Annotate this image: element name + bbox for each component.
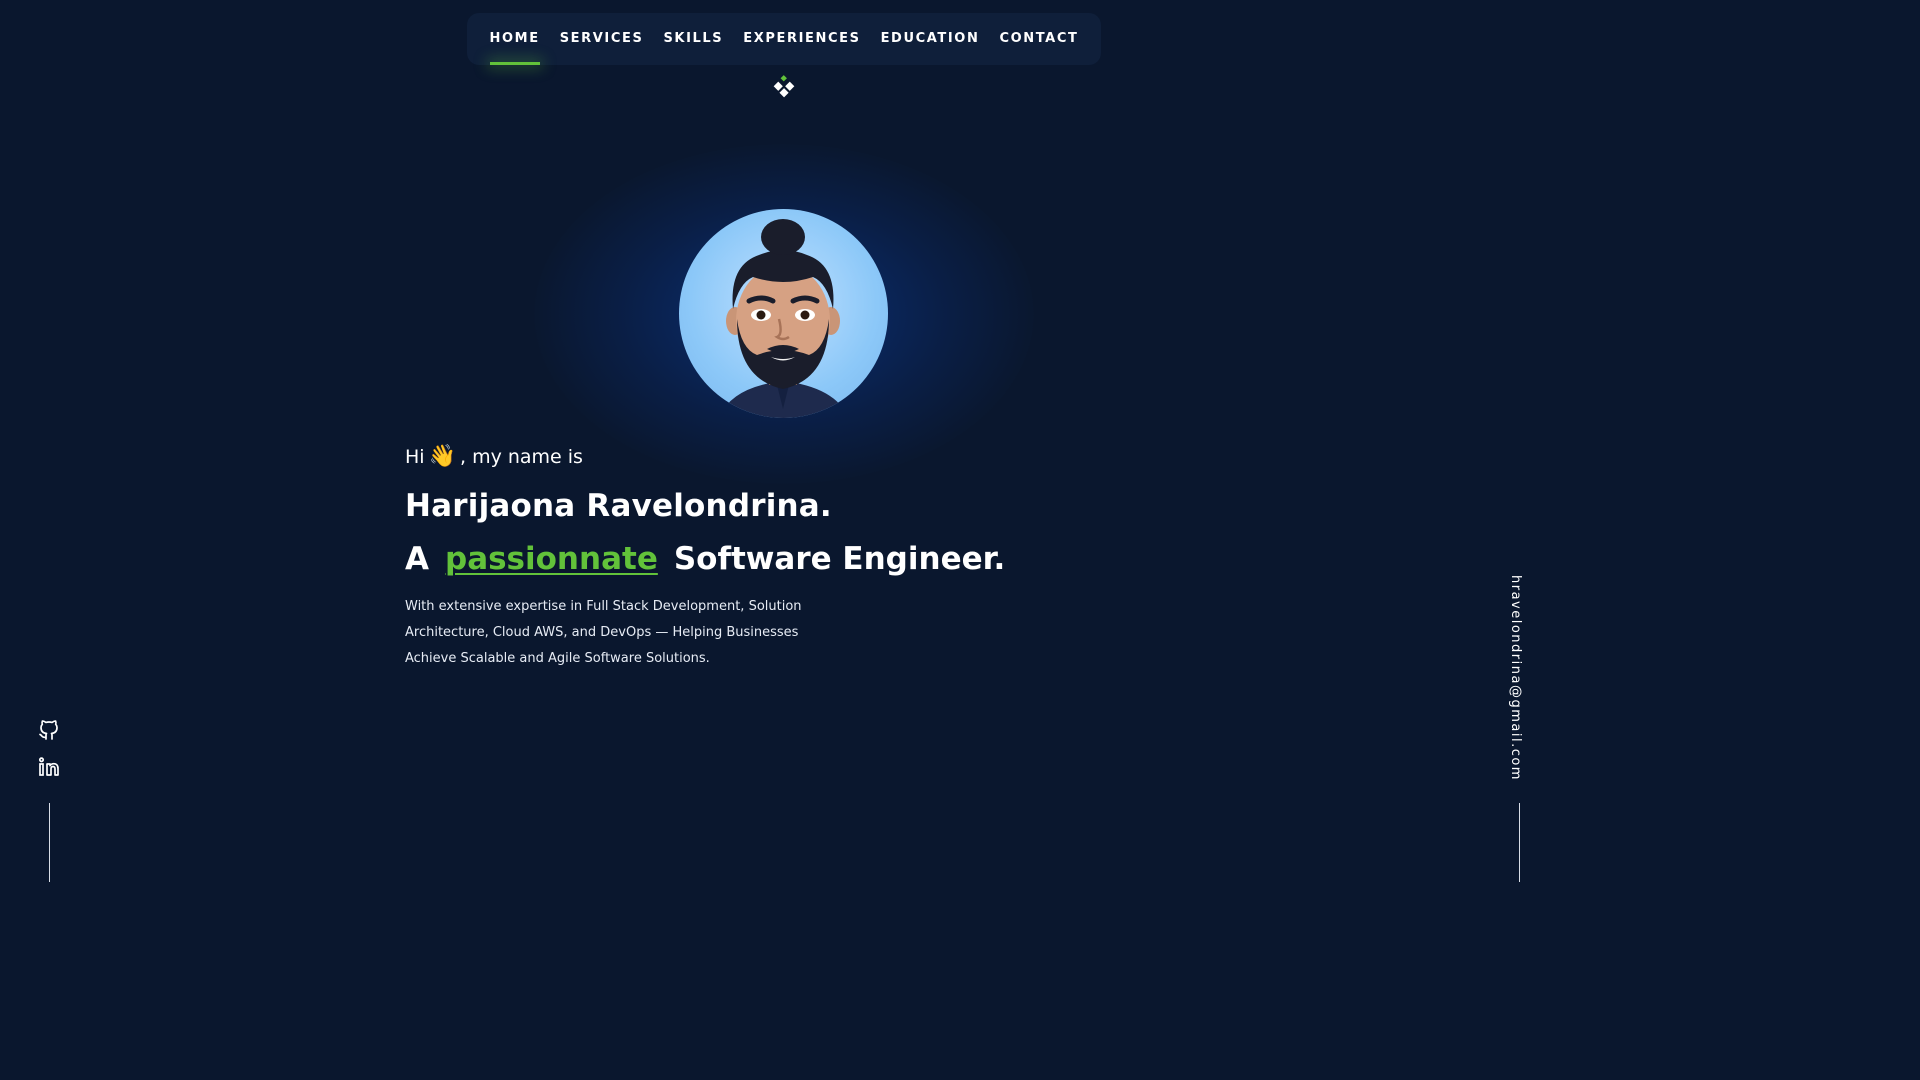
diamond-cluster-icon[interactable] bbox=[771, 75, 797, 101]
left-divider-line bbox=[49, 803, 50, 882]
nav-item-services[interactable]: SERVICES bbox=[560, 13, 644, 65]
greeting: Hi 👋, my name is bbox=[405, 440, 1145, 474]
waving-hand-icon: 👋 bbox=[428, 444, 456, 469]
email-link[interactable]: hravelondrina@gmail.com bbox=[1508, 575, 1523, 781]
greeting-suffix: , my name is bbox=[459, 446, 583, 468]
page: HOME SERVICES SKILLS EXPERIENCES EDUCATI… bbox=[0, 0, 1568, 882]
avatar bbox=[679, 209, 888, 418]
hero-tagline: Apassionnate Software Engineer. bbox=[405, 536, 1145, 582]
tagline-prefix: A bbox=[405, 541, 429, 577]
hero-description: With extensive expertise in Full Stack D… bbox=[405, 599, 802, 666]
hero-name: Harijaona Ravelondrina. bbox=[405, 488, 832, 524]
hero-section: Hi 👋, my name is Harijaona Ravelondrina. … bbox=[405, 440, 1145, 672]
linkedin-icon[interactable] bbox=[37, 755, 61, 779]
github-icon[interactable] bbox=[37, 718, 61, 742]
nav-item-experiences[interactable]: EXPERIENCES bbox=[743, 13, 860, 65]
tagline-accent: passionnate bbox=[445, 541, 658, 577]
nav-item-education[interactable]: EDUCATION bbox=[881, 13, 980, 65]
nav-item-home[interactable]: HOME bbox=[489, 13, 540, 65]
nav-item-skills[interactable]: SKILLS bbox=[663, 13, 723, 65]
tagline-suffix: Software Engineer. bbox=[673, 541, 1006, 577]
right-divider-line bbox=[1519, 803, 1520, 882]
social-links bbox=[37, 718, 61, 792]
memoji-avatar-icon bbox=[719, 219, 849, 418]
nav-item-contact[interactable]: CONTACT bbox=[999, 13, 1078, 65]
greeting-prefix: Hi bbox=[405, 446, 425, 468]
top-navigation: HOME SERVICES SKILLS EXPERIENCES EDUCATI… bbox=[467, 13, 1101, 65]
